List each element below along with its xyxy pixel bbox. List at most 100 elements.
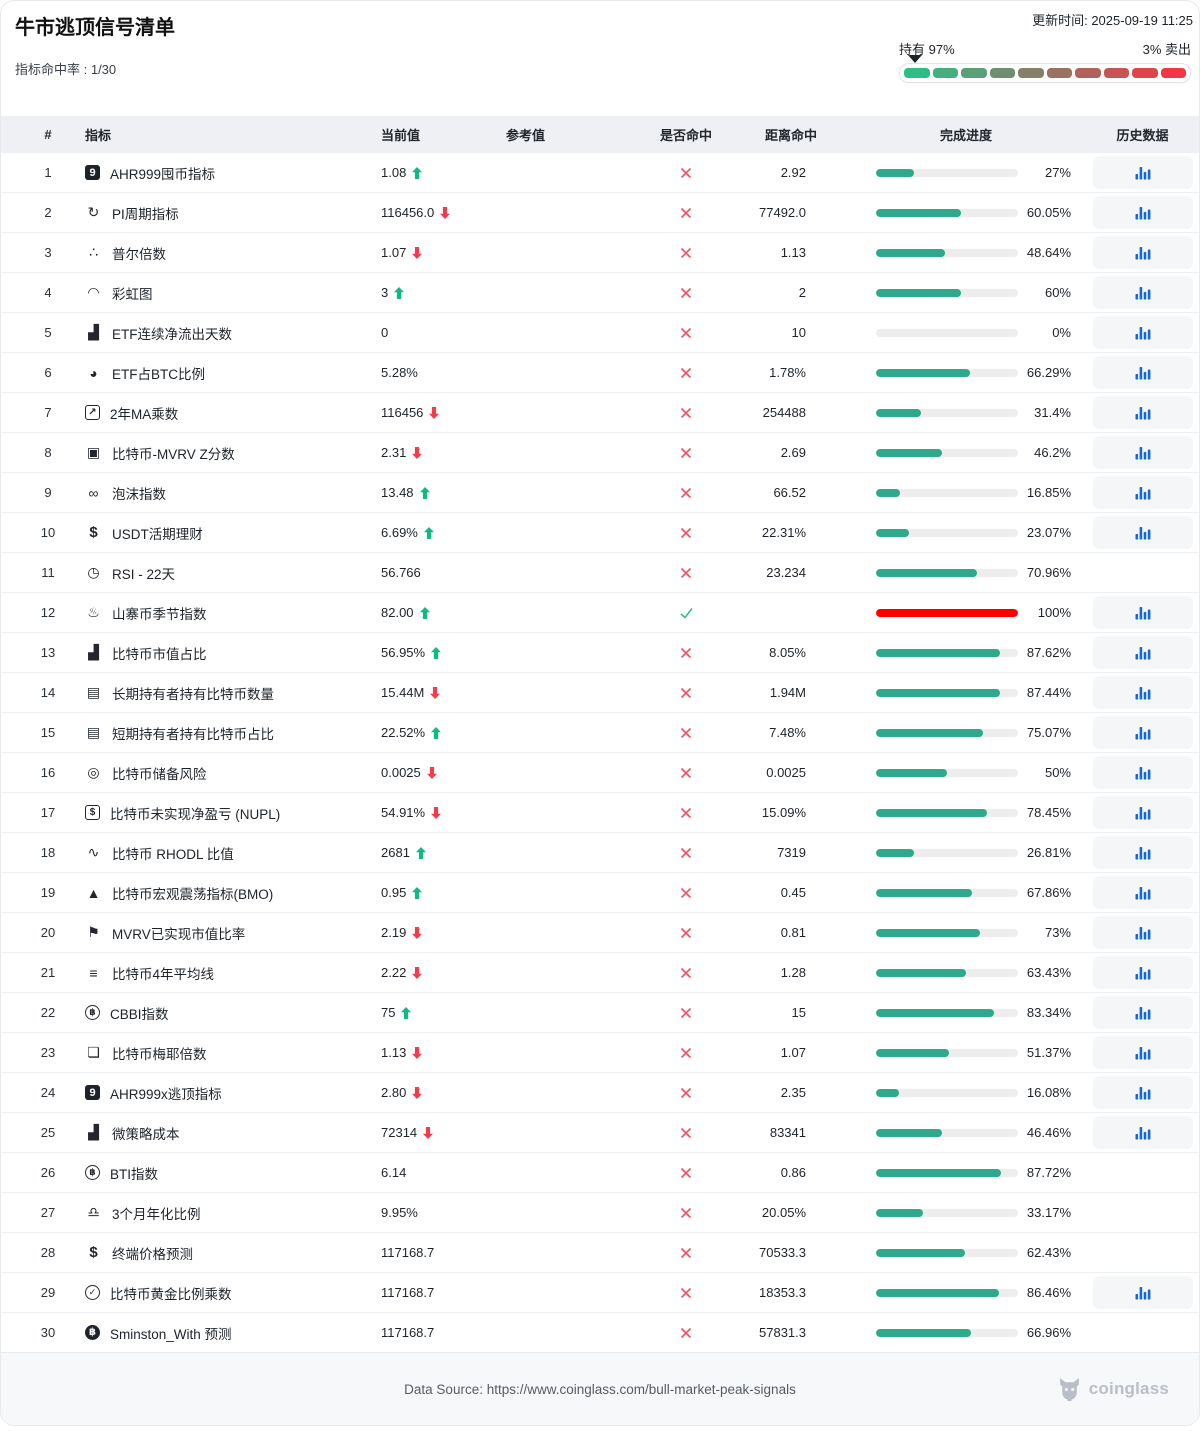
history-chart-button[interactable]: [1092, 676, 1193, 709]
progress-cell: 51.37%: [846, 1045, 1086, 1060]
history-chart-button[interactable]: [1092, 916, 1193, 949]
history-chart-button[interactable]: [1092, 636, 1193, 669]
table-row: 4 ◠ 彩虹图 3 2 60%: [1, 272, 1199, 312]
history-chart-button[interactable]: [1092, 236, 1193, 269]
table-row: 23 ❏ 比特币梅耶倍数 1.13 1.07 51.37%: [1, 1032, 1199, 1072]
current-value-cell: 56.95%: [381, 645, 506, 660]
bar-chart-icon: [1135, 727, 1151, 740]
current-value: 56.766: [381, 565, 421, 580]
progress-cell: 60%: [846, 285, 1086, 300]
progress-fill: [876, 1168, 1001, 1177]
hit-status: [636, 1206, 736, 1220]
bar-chart-icon: [1135, 527, 1151, 540]
row-rank: 19: [40, 885, 56, 900]
progress-percent: 66.29%: [1026, 365, 1071, 380]
progress-fill: [876, 1088, 899, 1097]
row-rank: 6: [44, 365, 52, 380]
indicator-cell: ∞ 泡沫指数: [71, 483, 381, 503]
row-rank: 13: [40, 645, 56, 660]
bar-chart-icon: [1135, 1087, 1151, 1100]
bar-chart-icon: [1135, 207, 1151, 220]
progress-fill: [876, 928, 980, 937]
table-row: 3 ∴ 普尔倍数 1.07 1.13 48.64%: [1, 232, 1199, 272]
hit-check-icon: [680, 607, 693, 619]
current-value: 117168.7: [381, 1285, 435, 1300]
row-rank: 4: [44, 285, 52, 300]
trend-up-icon: [423, 526, 434, 539]
page-footer: Data Source: https://www.coinglass.com/b…: [1, 1352, 1199, 1425]
indicator-cell: ฿ CBBI指数: [71, 1003, 381, 1023]
trend-up-icon: [431, 646, 442, 659]
ma-multiplier-line-chart-icon: ↗: [85, 405, 100, 420]
current-value-cell: 0: [381, 325, 506, 340]
history-chart-button[interactable]: [1092, 1116, 1193, 1149]
distance-value: 2.69: [780, 445, 806, 460]
progress-percent: 46.2%: [1034, 445, 1071, 460]
history-chart-button[interactable]: [1092, 596, 1193, 629]
progress-cell: 87.72%: [846, 1165, 1086, 1180]
bar-chart-icon: [1135, 767, 1151, 780]
progress-fill: [876, 1328, 972, 1337]
row-rank: 5: [44, 325, 52, 340]
table-row: 25 ▟ 微策略成本 72314 83341 46.46%: [1, 1112, 1199, 1152]
table-row: 15 ▤ 短期持有者持有比特币占比 22.52% 7.48% 75.07%: [1, 712, 1199, 752]
current-value-cell: 0.0025: [381, 765, 506, 780]
history-chart-button[interactable]: [1092, 796, 1193, 829]
history-chart-button[interactable]: [1092, 956, 1193, 989]
history-chart-button[interactable]: [1092, 196, 1193, 229]
hold-sell-gauge: 持有 97% 3% 卖出: [899, 39, 1191, 83]
gauge-marker-icon: [907, 55, 922, 63]
distance-value: 23.234: [766, 565, 806, 580]
table-row: 2 ↻ PI周期指标 116456.0 77492.0 60.05%: [1, 192, 1199, 232]
history-chart-button[interactable]: [1092, 276, 1193, 309]
table-header: # 指标 当前值 参考值 是否命中 距离命中 完成进度 历史数据: [1, 116, 1199, 152]
progress-percent: 16.08%: [1026, 1085, 1071, 1100]
col-progress: 完成进度: [939, 127, 992, 143]
progress-bar: [876, 488, 1018, 497]
progress-fill: [876, 968, 967, 977]
table-row: 1 9 AHR999囤币指标 1.08 2.92 27%: [1, 152, 1199, 192]
bti-bitcoin-icon: ฿: [85, 1165, 100, 1180]
progress-cell: 62.43%: [846, 1245, 1086, 1260]
table-row: 8 ▣ 比特币-MVRV Z分数 2.31 2.69 46.2%: [1, 432, 1199, 472]
hit-status: [636, 366, 736, 380]
history-chart-button[interactable]: [1092, 356, 1193, 389]
history-chart-button[interactable]: [1092, 716, 1193, 749]
gauge-segment: [1132, 68, 1158, 78]
hit-status: [636, 846, 736, 860]
history-chart-button[interactable]: [1092, 396, 1193, 429]
progress-fill: [876, 1208, 924, 1217]
history-chart-button[interactable]: [1092, 836, 1193, 869]
progress-bar: [876, 1008, 1018, 1017]
history-chart-button[interactable]: [1092, 436, 1193, 469]
distance-value: 1.94M: [769, 685, 806, 700]
history-chart-button[interactable]: [1092, 876, 1193, 909]
history-chart-button[interactable]: [1092, 1076, 1193, 1109]
progress-bar: [876, 528, 1018, 537]
history-chart-button[interactable]: [1092, 996, 1193, 1029]
bar-chart-icon: [1135, 327, 1151, 340]
current-value-cell: 1.08: [381, 165, 506, 180]
progress-percent: 0%: [1052, 325, 1071, 340]
history-chart-button[interactable]: [1092, 1276, 1193, 1309]
progress-bar: [876, 248, 1018, 257]
distance-value: 7319: [777, 845, 806, 860]
progress-percent: 87.72%: [1026, 1165, 1071, 1180]
history-chart-button[interactable]: [1092, 476, 1193, 509]
bar-chart-icon: [1135, 247, 1151, 260]
history-chart-button[interactable]: [1092, 756, 1193, 789]
gauge-sell-label: 3% 卖出: [1142, 42, 1191, 57]
progress-fill: [876, 1248, 965, 1257]
bar-chart-icon: [1135, 847, 1151, 860]
col-distance: 距离命中: [764, 127, 817, 143]
history-chart-button[interactable]: [1092, 1036, 1193, 1069]
history-chart-button[interactable]: [1092, 316, 1193, 349]
distance-value: 254488: [762, 405, 806, 420]
progress-cell: 31.4%: [846, 405, 1086, 420]
progress-fill: [876, 768, 947, 777]
history-chart-button[interactable]: [1092, 516, 1193, 549]
progress-percent: 66.96%: [1026, 1325, 1071, 1340]
history-chart-button[interactable]: [1092, 156, 1193, 189]
table-row: 14 ▤ 长期持有者持有比特币数量 15.44M 1.94M 87.44%: [1, 672, 1199, 712]
distance-value: 15: [791, 1005, 806, 1020]
